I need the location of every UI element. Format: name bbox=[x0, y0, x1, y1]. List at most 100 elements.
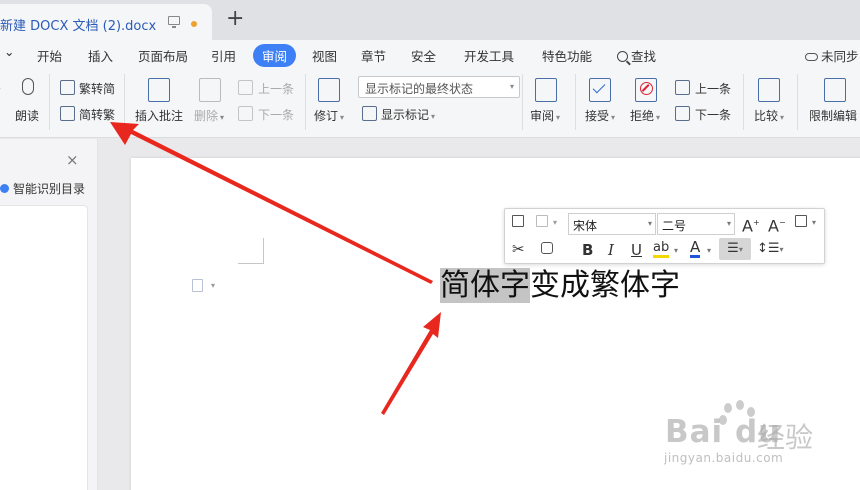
menu-developer[interactable]: 开发工具 bbox=[464, 46, 514, 65]
simp-to-trad-button[interactable]: 简转繁 bbox=[79, 106, 115, 123]
ribbon-divider bbox=[575, 74, 576, 130]
smart-toc-button[interactable]: 智能识别目录 bbox=[0, 180, 85, 197]
toc-list[interactable] bbox=[0, 205, 88, 490]
menu-collapse-button[interactable]: ⌄ bbox=[4, 44, 14, 59]
clear-format-icon[interactable] bbox=[795, 215, 807, 227]
font-color-button[interactable]: A bbox=[690, 240, 701, 258]
document-text-rest[interactable]: 变成繁体字 bbox=[530, 268, 680, 303]
sync-status[interactable]: 未同步 bbox=[805, 46, 859, 65]
show-markup-icon[interactable] bbox=[362, 106, 377, 121]
track-changes-icon[interactable] bbox=[318, 78, 340, 102]
clear-format-caret-icon[interactable]: ▾ bbox=[812, 214, 816, 232]
menu-section[interactable]: 章节 bbox=[361, 46, 386, 65]
paste-icon bbox=[536, 215, 548, 227]
format-painter-icon[interactable] bbox=[541, 242, 553, 254]
next-comment-icon bbox=[238, 106, 253, 121]
margin-corner-mark bbox=[238, 238, 264, 264]
track-changes-button[interactable]: 修订 ▾ bbox=[314, 107, 344, 124]
smart-toc-icon bbox=[0, 184, 9, 193]
font-size-value: 二号 bbox=[662, 219, 687, 233]
delete-caret-icon: ▾ bbox=[220, 113, 225, 122]
markup-mode-select[interactable]: 显示标记的最终状态 ▾ bbox=[358, 76, 520, 98]
menu-home[interactable]: 开始 bbox=[37, 46, 62, 65]
document-tab[interactable]: 新建 DOCX 文档 (2).docx bbox=[0, 4, 212, 40]
prev-change-button[interactable]: 上一条 bbox=[695, 80, 731, 97]
watermark-brand-cn: 经验 bbox=[757, 421, 814, 454]
selected-text[interactable]: 简体字 bbox=[440, 268, 530, 303]
font-color-caret-icon[interactable]: ▾ bbox=[707, 242, 711, 260]
menu-features[interactable]: 特色功能 bbox=[542, 46, 592, 65]
highlight-button[interactable]: ab bbox=[653, 240, 670, 258]
chevron-down-icon: ▾ bbox=[509, 82, 514, 91]
menu-security[interactable]: 安全 bbox=[411, 46, 436, 65]
insert-comment-button[interactable]: 插入批注 bbox=[135, 107, 183, 124]
menu-view[interactable]: 视图 bbox=[312, 46, 337, 65]
trad-to-simp-icon[interactable] bbox=[60, 80, 75, 95]
next-change-icon[interactable] bbox=[675, 106, 690, 121]
ribbon-divider bbox=[797, 74, 798, 130]
trad-to-simp-button[interactable]: 繁转简 bbox=[79, 80, 115, 97]
microphone-icon[interactable] bbox=[22, 78, 34, 95]
compare-icon[interactable] bbox=[758, 78, 780, 102]
prev-comment-icon bbox=[238, 80, 253, 95]
cut-icon[interactable]: ✂ bbox=[512, 240, 525, 258]
paragraph-icon[interactable] bbox=[192, 279, 203, 292]
accept-button[interactable]: 接受 ▾ bbox=[585, 107, 615, 124]
paragraph-caret-icon[interactable]: ▾ bbox=[211, 281, 215, 290]
navigation-pane: × 智能识别目录 bbox=[0, 139, 98, 490]
document-tab-title[interactable]: 新建 DOCX 文档 (2).docx bbox=[0, 15, 156, 34]
review-pane-button[interactable]: 审阅 ▾ bbox=[530, 107, 560, 124]
paste-caret-icon: ▾ bbox=[553, 218, 558, 227]
reject-label: 拒绝 bbox=[630, 109, 655, 123]
restrict-edit-icon[interactable] bbox=[824, 78, 846, 102]
menu-insert[interactable]: 插入 bbox=[88, 46, 113, 65]
cloud-icon bbox=[805, 53, 818, 61]
watermark-url: jingyan.baidu.com bbox=[664, 451, 784, 465]
bold-button[interactable]: B bbox=[582, 241, 593, 259]
accept-caret-icon: ▾ bbox=[611, 113, 616, 122]
review-pane-label: 审阅 bbox=[530, 109, 555, 123]
grow-font-label: A bbox=[742, 216, 753, 236]
font-family-select[interactable]: 宋体 ▾ bbox=[568, 213, 656, 235]
document-text[interactable]: 简体字变成繁体字 bbox=[440, 265, 680, 307]
close-icon[interactable]: × bbox=[66, 151, 79, 169]
review-ribbon: ▾ 朗读 繁转简 简转繁 插入批注 删除▾ 上一条 下一条 修订▾ 显示标记的最… bbox=[0, 68, 860, 138]
grow-font-button[interactable]: A+ bbox=[742, 214, 760, 235]
compare-caret-icon: ▾ bbox=[780, 113, 785, 122]
monitor-icon[interactable] bbox=[168, 16, 180, 28]
chevron-down-icon: ▾ bbox=[647, 219, 652, 228]
show-markup-caret-icon: ▾ bbox=[431, 112, 436, 121]
menu-search[interactable]: 查找 bbox=[617, 46, 656, 65]
restrict-edit-button[interactable]: 限制编辑 bbox=[809, 107, 857, 124]
next-change-button[interactable]: 下一条 bbox=[695, 106, 731, 123]
menu-references[interactable]: 引用 bbox=[211, 46, 236, 65]
highlight-caret-icon[interactable]: ▾ bbox=[674, 242, 678, 260]
menu-page-layout[interactable]: 页面布局 bbox=[138, 46, 188, 65]
shrink-font-button[interactable]: A− bbox=[768, 214, 786, 235]
copy-icon[interactable] bbox=[512, 215, 524, 227]
delete-comment-button: 删除 ▾ bbox=[194, 107, 224, 124]
ribbon-divider bbox=[49, 74, 50, 130]
reject-circle-icon bbox=[640, 82, 653, 95]
underline-button[interactable]: U bbox=[631, 241, 642, 259]
compare-button[interactable]: 比较 ▾ bbox=[754, 107, 784, 124]
italic-button[interactable]: I bbox=[608, 241, 614, 259]
show-markup-button[interactable]: 显示标记 ▾ bbox=[381, 106, 435, 123]
delete-comment-icon bbox=[199, 78, 221, 102]
simp-to-trad-icon[interactable] bbox=[60, 106, 75, 121]
menu-review[interactable]: 审阅 bbox=[253, 44, 297, 67]
align-center-button[interactable]: ☰▾ bbox=[719, 238, 751, 260]
smart-toc-label: 智能识别目录 bbox=[13, 182, 86, 196]
prev-change-icon[interactable] bbox=[675, 80, 690, 95]
ribbon-scroll-caret[interactable]: ▾ bbox=[0, 86, 1, 96]
review-pane-icon[interactable] bbox=[535, 78, 557, 102]
line-spacing-button[interactable]: ↕☰▾ bbox=[757, 240, 784, 259]
delete-comment-label: 删除 bbox=[194, 109, 219, 123]
insert-comment-icon[interactable] bbox=[148, 78, 170, 102]
read-aloud-button[interactable]: 朗读 bbox=[15, 107, 39, 124]
menu-bar: ⌄ 开始 插入 页面布局 引用 审阅 视图 章节 安全 开发工具 特色功能 查找… bbox=[0, 40, 860, 68]
unsaved-dot-icon bbox=[191, 21, 197, 27]
new-tab-button[interactable]: + bbox=[226, 8, 244, 30]
reject-button[interactable]: 拒绝 ▾ bbox=[630, 107, 660, 124]
font-size-select[interactable]: 二号 ▾ bbox=[657, 213, 735, 235]
